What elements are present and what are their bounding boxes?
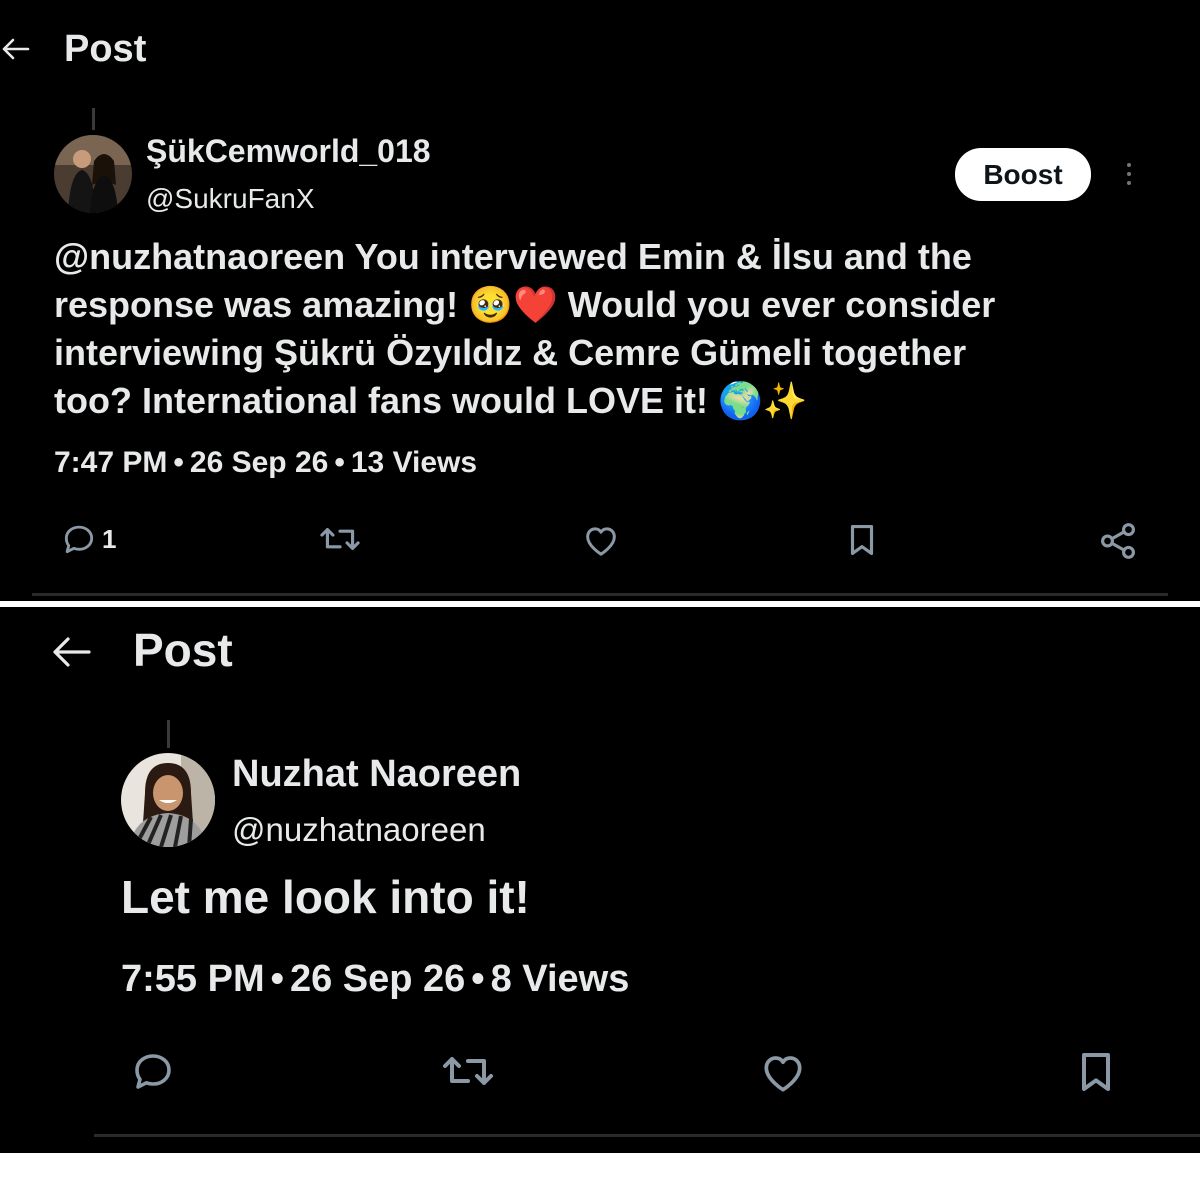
like-icon — [586, 527, 616, 556]
user-handle[interactable]: @SukruFanX — [146, 183, 315, 215]
separator-dot: • — [471, 958, 485, 1000]
user-handle[interactable]: @nuzhatnaoreen — [232, 811, 486, 849]
repost-icon — [443, 1057, 493, 1085]
thread-line — [167, 720, 170, 748]
reply-icon — [64, 525, 94, 554]
view-count[interactable]: 8 Views — [491, 958, 630, 1000]
repost-icon — [320, 528, 360, 550]
display-name[interactable]: Nuzhat Naoreen — [232, 753, 521, 796]
like-button[interactable] — [756, 1047, 810, 1097]
post-text-segment: response was amazing! — [54, 283, 469, 325]
post-text-line: @nuzhatnaoreen You interviewed Emin & İl… — [54, 236, 972, 277]
reply-icon — [135, 1054, 171, 1089]
post-date[interactable]: 26 Sep 26 — [290, 958, 465, 1000]
separator-dot: • — [173, 446, 184, 479]
divider — [94, 1134, 1200, 1137]
more-options-icon[interactable] — [1127, 163, 1133, 190]
divider — [32, 593, 1168, 596]
post-text-segment: too? International fans would LOVE it! — [54, 379, 718, 421]
bookmark-icon — [850, 524, 874, 556]
boost-button[interactable]: Boost — [955, 148, 1091, 201]
reply-count: 1 — [102, 523, 117, 554]
post-time[interactable]: 7:47 PM — [54, 446, 167, 479]
post-text-line: interviewing Şükrü Özyıldız & Cemre Güme… — [54, 332, 967, 373]
bookmark-button[interactable] — [843, 520, 881, 560]
like-button[interactable] — [580, 520, 622, 560]
separator-dot: • — [334, 446, 345, 479]
post-text: Let me look into it! — [121, 871, 530, 923]
thread-line — [92, 108, 95, 130]
bookmark-icon — [1082, 1053, 1110, 1091]
post-meta: 7:55 PM • 26 Sep 26 • 8 Views — [121, 958, 629, 1001]
avatar[interactable] — [121, 753, 215, 847]
post-text-segment: Would you ever consider — [557, 283, 996, 325]
reply-button[interactable] — [128, 1047, 178, 1095]
post-text-line: too? International fans would LOVE it! 🌍… — [54, 377, 1164, 426]
like-icon — [764, 1056, 802, 1092]
reply-button[interactable]: 1 — [60, 520, 116, 558]
repost-button[interactable] — [318, 520, 362, 558]
post-text-line: response was amazing! 🥹❤️ Would you ever… — [54, 281, 1164, 330]
separator-dot: • — [270, 958, 284, 1000]
page-title: Post — [133, 624, 233, 676]
share-icon — [1101, 523, 1135, 559]
emoji: 🌍✨ — [717, 380, 808, 422]
post-text: @nuzhatnaoreen You interviewed Emin & İl… — [54, 233, 1164, 425]
display-name[interactable]: ŞükCemworld_018 — [146, 133, 431, 170]
emoji: 🥹❤️ — [468, 284, 558, 326]
back-arrow-icon[interactable] — [0, 34, 30, 64]
avatar[interactable] — [54, 135, 132, 213]
post-meta: 7:47 PM • 26 Sep 26 • 13 Views — [54, 446, 477, 480]
repost-button[interactable] — [439, 1047, 497, 1095]
bookmark-button[interactable] — [1072, 1047, 1120, 1097]
share-button[interactable] — [1097, 520, 1139, 562]
post-date[interactable]: 26 Sep 26 — [190, 446, 328, 479]
post-panel-2: Post Nuzhat Naoreen @nuzhatnaoreen Let m… — [0, 607, 1200, 1153]
page-title: Post — [64, 28, 147, 70]
view-count[interactable]: 13 Views — [351, 446, 477, 479]
post-time[interactable]: 7:55 PM — [121, 958, 265, 1000]
post-panel-1: Post ŞükCemworld_018 @SukruFanX Boost @n… — [0, 0, 1200, 601]
back-arrow-icon[interactable] — [50, 635, 92, 669]
